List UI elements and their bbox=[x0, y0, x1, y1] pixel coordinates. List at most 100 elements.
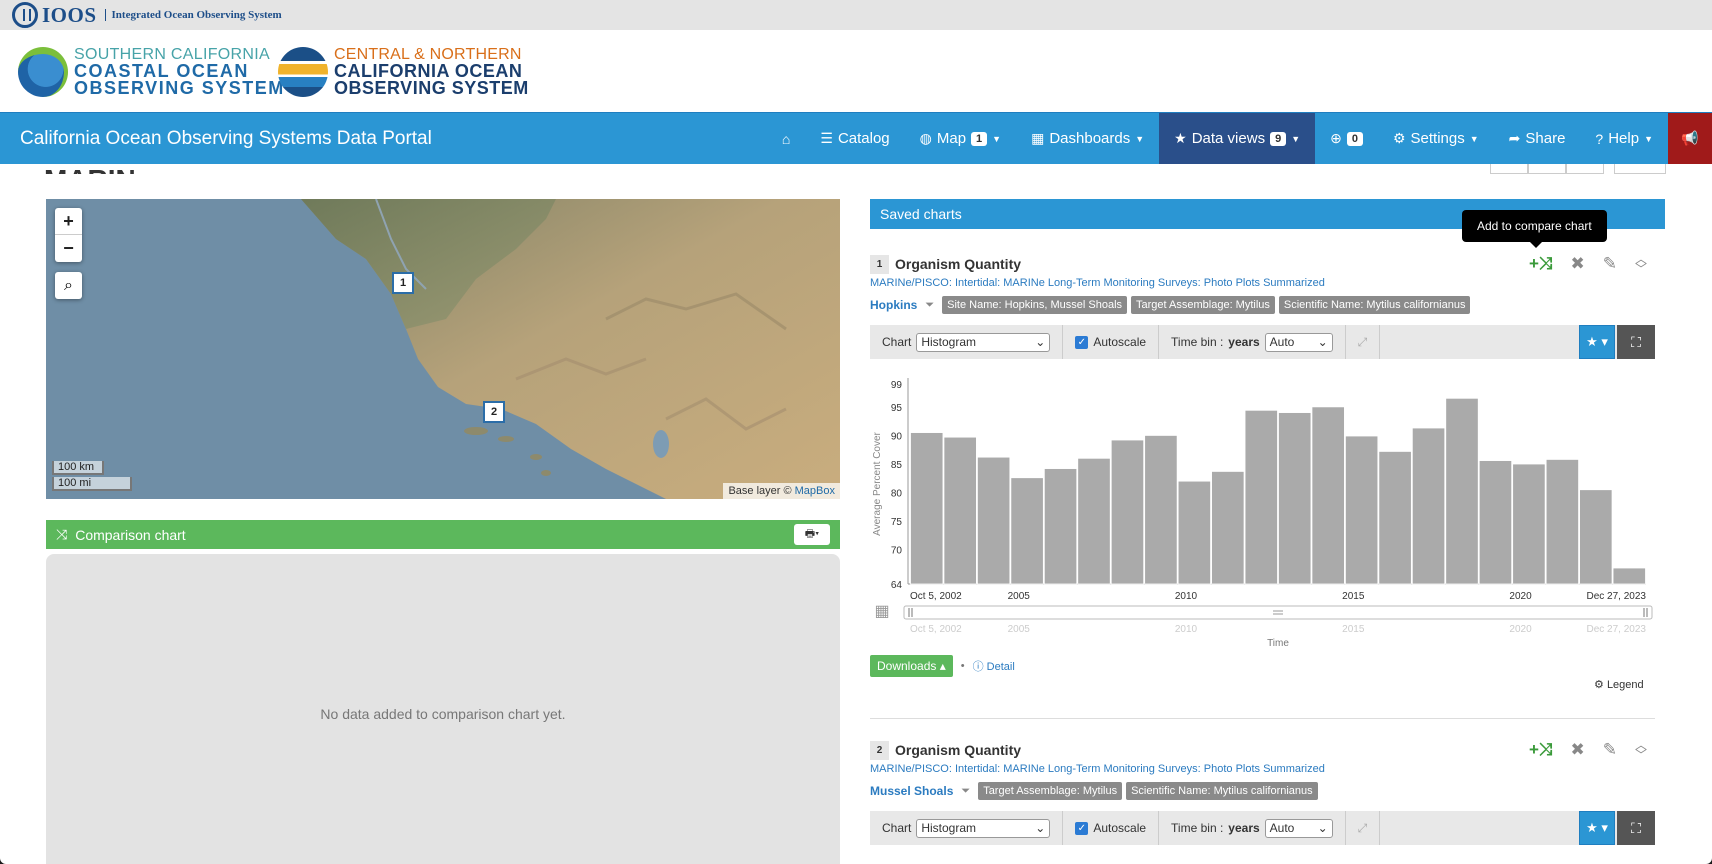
comparison-chart-header: ⤨ Comparison chart 🖶▾ bbox=[46, 520, 840, 549]
time-bin-value: Auto bbox=[1269, 821, 1295, 835]
autoscale-checkbox[interactable]: ✓ bbox=[1075, 821, 1089, 835]
histogram-bar bbox=[1478, 460, 1513, 585]
reorder-icon[interactable]: ︿ ﹀ bbox=[1635, 253, 1647, 275]
y-tick-label: 95 bbox=[891, 403, 903, 414]
caret-icon: ▼ bbox=[992, 133, 1002, 144]
remove-icon[interactable]: ✖ bbox=[1570, 740, 1584, 760]
gear-icon: ⚙ bbox=[1594, 679, 1604, 691]
sccoos-logo[interactable]: SOUTHERN CALIFORNIA COASTAL OCEAN OBSERV… bbox=[18, 46, 285, 97]
histogram-bar bbox=[1612, 567, 1646, 585]
nav-tick-label: 2010 bbox=[1175, 624, 1198, 635]
caret-icon: ▼ bbox=[1644, 133, 1653, 144]
ioos-logo[interactable]: IOOS Integrated Ocean Observing System bbox=[12, 2, 282, 28]
nav-start-label: Oct 5, 2002 bbox=[910, 624, 962, 635]
fullscreen-button[interactable]: ⛶ bbox=[1617, 811, 1655, 845]
filter-icon[interactable]: ⏷ bbox=[961, 785, 970, 798]
chart-source-link[interactable]: MARINe/PISCO: Intertidal: MARINe Long-Te… bbox=[870, 763, 1655, 775]
autoscale-label: Autoscale bbox=[1093, 335, 1147, 349]
nav-map[interactable]: ◍ Map 1 ▼ bbox=[905, 113, 1016, 164]
data-views-badge: 9 bbox=[1270, 131, 1287, 146]
y-tick-label: 80 bbox=[891, 489, 903, 500]
edit-icon[interactable]: ✎ bbox=[1603, 254, 1617, 274]
zoom-box-button[interactable]: ⌕ bbox=[55, 272, 82, 299]
nav-settings[interactable]: ⚙ Settings ▼ bbox=[1378, 113, 1494, 164]
nav-dashboards[interactable]: ▦ Dashboards ▼ bbox=[1016, 113, 1159, 164]
nav-end-label: Dec 27, 2023 bbox=[1587, 624, 1647, 635]
compare-tooltip: Add to compare chart bbox=[1462, 210, 1607, 248]
cencoos-logo[interactable]: CENTRAL & NORTHERN CALIFORNIA OCEAN OBSE… bbox=[278, 46, 529, 97]
reorder-icon[interactable]: ︿ ﹀ bbox=[1635, 739, 1647, 761]
histogram-bar bbox=[1110, 439, 1145, 585]
chart-type-label: Chart bbox=[882, 335, 912, 349]
expand-icon[interactable]: ⤢ bbox=[1346, 325, 1381, 359]
nav-home[interactable]: ⌂ bbox=[767, 113, 805, 164]
nav-share[interactable]: ➦ Share bbox=[1494, 113, 1581, 164]
add-to-compare-icon[interactable]: +⤨ bbox=[1529, 740, 1553, 760]
header-button[interactable] bbox=[1528, 164, 1566, 174]
nav-downloads[interactable]: ⊕ 0 bbox=[1315, 113, 1378, 164]
y-tick-label: 99 bbox=[891, 380, 903, 391]
downloads-label: Downloads bbox=[877, 659, 937, 673]
location-link[interactable]: Mussel Shoals bbox=[870, 784, 953, 798]
favorite-dropdown-button[interactable]: ★ ▾ bbox=[1579, 811, 1615, 845]
chevron-down-icon: ⌄ bbox=[1035, 335, 1046, 349]
sccoos-mark-icon bbox=[18, 46, 68, 97]
chart-type-label: Chart bbox=[882, 821, 912, 835]
nav-help[interactable]: ? Help ▼ bbox=[1580, 113, 1668, 164]
y-axis-title: Average Percent Cover bbox=[872, 431, 883, 535]
grid-icon: ▦ bbox=[1031, 130, 1045, 146]
autoscale-checkbox[interactable]: ✓ bbox=[1075, 335, 1089, 349]
chart-number: 1 bbox=[870, 254, 889, 274]
edit-icon[interactable]: ✎ bbox=[1603, 740, 1617, 760]
print-button[interactable]: 🖶▾ bbox=[794, 524, 830, 545]
nav-tick-label: 2020 bbox=[1509, 624, 1532, 635]
nav-data-views[interactable]: ★ Data views 9 ▼ bbox=[1159, 113, 1316, 164]
y-tick-label: 70 bbox=[891, 546, 903, 557]
chart-type-select[interactable]: Histogram ⌄ bbox=[916, 818, 1051, 838]
portal-title[interactable]: California Ocean Observing Systems Data … bbox=[20, 128, 767, 150]
fullscreen-button[interactable]: ⛶ bbox=[1617, 325, 1655, 359]
cencoos-line3: OBSERVING SYSTEM bbox=[334, 78, 529, 98]
time-bin-unit: years bbox=[1228, 335, 1260, 349]
x-tick-label: 2010 bbox=[1175, 591, 1198, 602]
map-marker[interactable]: 1 bbox=[392, 272, 414, 294]
nav-announcements[interactable]: 📢 bbox=[1668, 113, 1712, 164]
time-bin-select[interactable]: Auto ⌄ bbox=[1264, 332, 1333, 352]
map-view[interactable]: + − ⌕ 1 2 100 km 100 mi Base layer © Map… bbox=[46, 199, 840, 499]
chart-source-link[interactable]: MARINe/PISCO: Intertidal: MARINe Long-Te… bbox=[870, 277, 1655, 289]
ioos-subtitle: Integrated Ocean Observing System bbox=[104, 9, 282, 21]
saved-chart-card: 1 Organism Quantity MARINe/PISCO: Intert… bbox=[870, 253, 1655, 315]
header-button[interactable] bbox=[1566, 164, 1604, 174]
header-button[interactable] bbox=[1614, 164, 1666, 174]
print-icon: 🖶▾ bbox=[804, 528, 820, 540]
time-bin-select[interactable]: Auto ⌄ bbox=[1264, 818, 1333, 838]
location-link[interactable]: Hopkins bbox=[870, 298, 917, 312]
downloads-button[interactable]: Downloads ▴ bbox=[870, 655, 953, 677]
histogram-bar bbox=[943, 436, 977, 585]
x-axis-title: Time bbox=[1267, 638, 1289, 649]
saved-chart-card: 2 Organism Quantity MARINe/PISCO: Intert… bbox=[870, 739, 1655, 801]
detail-link[interactable]: ⓘ Detail bbox=[973, 658, 1015, 674]
remove-icon[interactable]: ✖ bbox=[1570, 254, 1584, 274]
caret-icon: ▼ bbox=[1291, 133, 1301, 144]
chevron-down-icon: ⌄ bbox=[1317, 821, 1328, 835]
ioos-name: IOOS bbox=[42, 2, 97, 27]
map-marker[interactable]: 2 bbox=[483, 401, 505, 423]
nav-catalog[interactable]: ☰ Catalog bbox=[805, 113, 904, 164]
mapbox-link[interactable]: MapBox bbox=[795, 485, 835, 497]
header-button[interactable] bbox=[1490, 164, 1528, 174]
add-to-compare-icon[interactable]: +⤨ bbox=[1529, 254, 1553, 274]
chart-type-select[interactable]: Histogram ⌄ bbox=[916, 332, 1051, 352]
favorite-dropdown-button[interactable]: ★ ▾ bbox=[1579, 325, 1615, 359]
filter-tag: Scientific Name: Mytilus californianus bbox=[1126, 782, 1318, 800]
histogram-chart[interactable]: 64 70 75 80 85 90 95 99 Average Percent Cover Oct… bbox=[870, 372, 1660, 652]
info-icon: ⓘ bbox=[972, 661, 984, 673]
calendar-icon: ▦ bbox=[874, 603, 889, 620]
zoom-out-button[interactable]: − bbox=[55, 235, 82, 262]
expand-icon[interactable]: ⤢ bbox=[1346, 811, 1381, 845]
legend-toggle[interactable]: ⚙ Legend bbox=[1594, 678, 1644, 691]
separator-dot: • bbox=[960, 660, 965, 672]
histogram-bar bbox=[1077, 457, 1111, 585]
zoom-in-button[interactable]: + bbox=[55, 208, 82, 235]
filter-icon[interactable]: ⏷ bbox=[925, 299, 934, 312]
